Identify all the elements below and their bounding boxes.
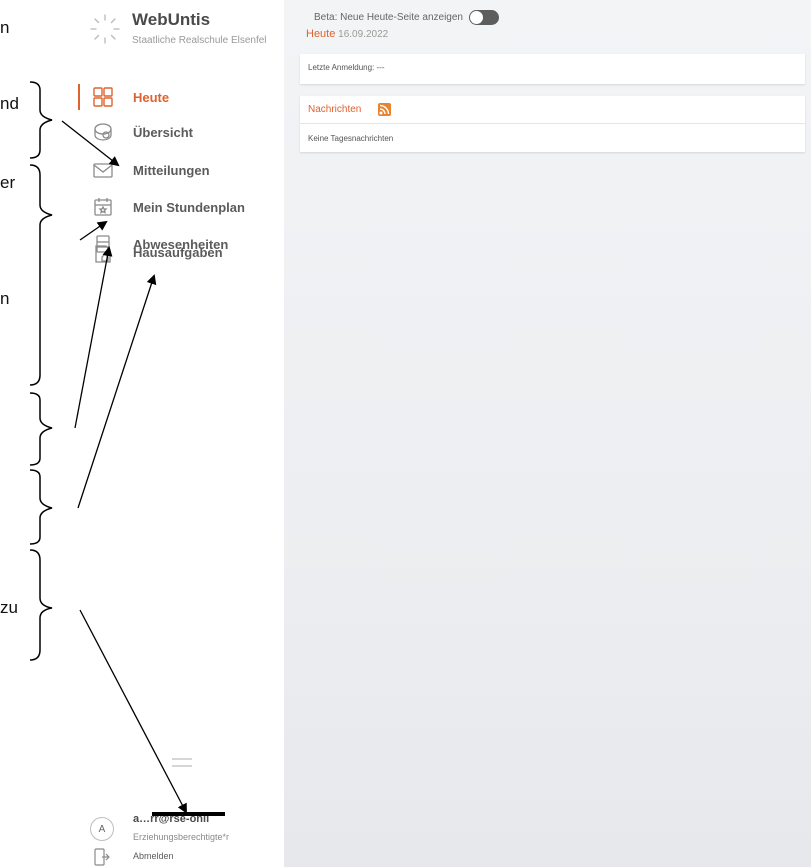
active-indicator xyxy=(78,84,80,110)
menu-collapse-icon[interactable] xyxy=(170,756,194,770)
sidebar-item-label: Mitteilungen xyxy=(133,162,210,178)
beta-row: Beta: Neue Heute-Seite anzeigen xyxy=(314,10,499,25)
sidebar-item-uebersicht[interactable]: Übersicht xyxy=(78,117,282,147)
dashboard-icon xyxy=(93,87,113,107)
sidebar-item-label: Mein Stundenplan xyxy=(133,199,245,215)
annotation-fragment-3: er xyxy=(0,173,16,192)
annotation-fragment-5: zu xyxy=(0,598,18,617)
sidebar-item-label: Übersicht xyxy=(133,124,193,140)
annotation-fragment-4: n xyxy=(0,289,10,308)
sidebar-item-hausaufgaben[interactable]: Hausaufgaben xyxy=(78,238,282,268)
news-empty-text: Keine Tagesnachrichten xyxy=(308,134,394,143)
logo-icon xyxy=(90,14,120,44)
avatar[interactable]: A xyxy=(90,817,114,841)
logout-icon[interactable] xyxy=(94,848,110,866)
school-name: Staatliche Realschule Elsenfel xyxy=(132,35,267,46)
main-panel: Beta: Neue Heute-Seite anzeigen Heute 16… xyxy=(284,0,811,867)
last-login-text: Letzte Anmeldung: --- xyxy=(308,63,385,72)
beta-toggle[interactable] xyxy=(469,10,499,25)
user-email[interactable]: a…rr@rse-onli xyxy=(133,813,209,825)
news-card-header: Nachrichten xyxy=(300,96,805,124)
beta-label: Beta: Neue Heute-Seite anzeigen xyxy=(314,12,463,23)
last-login-card: Letzte Anmeldung: --- xyxy=(300,54,805,84)
toggle-knob xyxy=(470,11,483,24)
news-title: Nachrichten xyxy=(308,104,362,115)
calendar-icon xyxy=(94,198,112,216)
app-name: WebUntis xyxy=(132,10,211,29)
sidebar-item-stundenplan[interactable]: Mein Stundenplan xyxy=(78,192,282,222)
annotation-fragment-2: nd xyxy=(0,94,19,113)
page-date: 16.09.2022 xyxy=(338,29,389,40)
sidebar-item-label: Hausaufgaben xyxy=(133,245,223,260)
user-role: Erziehungsberechtigte*r xyxy=(133,832,230,842)
page-title-row: Heute 16.09.2022 xyxy=(306,28,388,40)
rss-icon[interactable] xyxy=(378,103,391,116)
news-card: Nachrichten Keine Tagesnachrichten xyxy=(300,96,805,152)
overview-icon xyxy=(94,123,112,141)
logout-link[interactable]: Abmelden xyxy=(133,851,174,861)
sidebar-item-heute[interactable]: Heute xyxy=(78,82,282,112)
sidebar-item-label: Heute xyxy=(133,89,170,105)
page-title: Heute xyxy=(306,28,336,40)
sidebar-item-mitteilungen[interactable]: Mitteilungen xyxy=(78,155,282,185)
envelope-icon xyxy=(93,163,113,178)
annotation-fragment-1: n xyxy=(0,18,10,37)
homework-icon xyxy=(95,245,111,263)
